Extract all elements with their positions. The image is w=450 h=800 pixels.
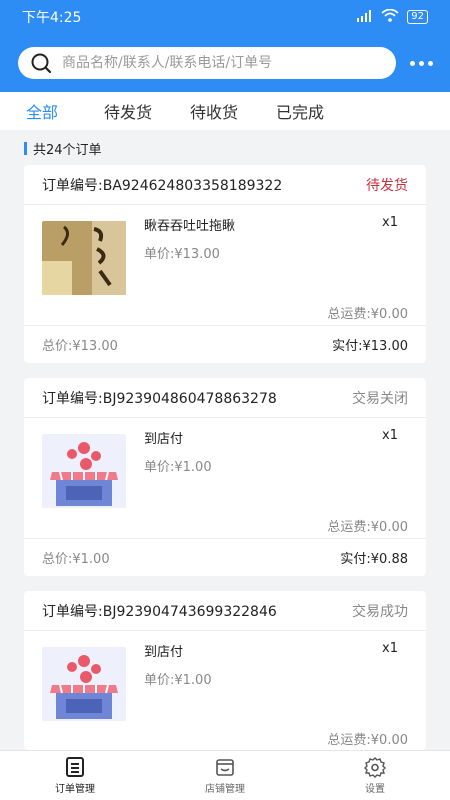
order-paid: 实付:¥13.00 bbox=[332, 339, 408, 354]
wifi-icon bbox=[381, 8, 399, 25]
battery-indicator: 92 bbox=[407, 10, 428, 24]
bottom-navigation: 订单管理 店铺管理 设置 bbox=[0, 750, 450, 800]
more-dot-icon bbox=[410, 60, 415, 66]
item-unit-price: 单价:¥1.00 bbox=[144, 460, 212, 475]
search-input[interactable] bbox=[62, 55, 362, 71]
tab-pending-receipt[interactable]: 待收货 bbox=[190, 99, 238, 123]
item-unit-price: 单价:¥1.00 bbox=[144, 673, 212, 688]
signal-icon bbox=[357, 9, 373, 25]
count-accent-bar bbox=[24, 141, 27, 155]
store-icon bbox=[42, 647, 126, 721]
store-icon bbox=[42, 434, 126, 508]
nav-order-management[interactable]: 订单管理 bbox=[0, 751, 150, 800]
status-bar: 下午4:25 92 bbox=[0, 0, 450, 34]
order-count: 共24个订单 bbox=[33, 142, 102, 158]
order-freight: 总运费:¥0.00 bbox=[327, 733, 408, 748]
more-dot-icon bbox=[419, 60, 424, 66]
order-status: 交易关闭 bbox=[352, 390, 408, 407]
order-paid: 实付:¥0.88 bbox=[340, 552, 408, 567]
item-quantity: x1 bbox=[382, 428, 398, 443]
order-card[interactable]: 订单编号:BJ923904860478863278 交易关闭 到店付 x1 单价… bbox=[24, 378, 426, 576]
order-header: 订单编号:BJ923904860478863278 交易关闭 bbox=[24, 378, 426, 418]
nav-label: 设置 bbox=[365, 784, 385, 795]
order-status: 待发货 bbox=[366, 177, 408, 194]
gear-icon bbox=[364, 757, 386, 778]
tab-pending-shipment[interactable]: 待发货 bbox=[104, 99, 152, 123]
store-manage-icon bbox=[216, 759, 234, 776]
status-time: 下午4:25 bbox=[22, 10, 82, 26]
tab-all[interactable]: 全部 bbox=[26, 99, 58, 123]
nav-label: 订单管理 bbox=[55, 784, 95, 795]
item-name: 到店付 bbox=[144, 645, 184, 660]
search-box[interactable] bbox=[18, 47, 396, 79]
order-header: 订单编号:BJ923904743699322846 交易成功 bbox=[24, 591, 426, 631]
search-header bbox=[0, 34, 450, 92]
order-footer: 总价:¥1.00 实付:¥0.88 bbox=[24, 538, 426, 576]
more-dot-icon bbox=[428, 60, 433, 66]
order-number: 订单编号:BJ923904860478863278 bbox=[42, 390, 277, 407]
order-card[interactable]: 订单编号:BJ923904743699322846 交易成功 到店付 x1 单价… bbox=[24, 591, 426, 750]
item-name: 瞅吞吞吐吐拖瞅 bbox=[144, 219, 236, 234]
nav-store-management[interactable]: 店铺管理 bbox=[150, 751, 300, 800]
more-options-button[interactable] bbox=[410, 60, 433, 66]
order-freight: 总运费:¥0.00 bbox=[327, 520, 408, 535]
order-tabs: 全部 待发货 待收货 已完成 bbox=[0, 92, 450, 130]
order-item[interactable]: 到店付 x1 单价:¥1.00 总运费:¥0.00 bbox=[24, 631, 426, 750]
order-item[interactable]: 到店付 x1 单价:¥1.00 总运费:¥0.00 bbox=[24, 418, 426, 538]
item-name: 到店付 bbox=[144, 432, 184, 447]
order-total: 总价:¥13.00 bbox=[42, 339, 118, 354]
order-footer: 总价:¥13.00 实付:¥13.00 bbox=[24, 325, 426, 363]
item-quantity: x1 bbox=[382, 215, 398, 230]
order-card[interactable]: 订单编号:BA924624803358189322 待发货 瞅吞吞吐吐拖瞅 x1… bbox=[24, 165, 426, 363]
order-count-row: 共24个订单 bbox=[24, 140, 102, 158]
nav-label: 店铺管理 bbox=[205, 784, 245, 795]
nav-settings[interactable]: 设置 bbox=[300, 751, 450, 800]
order-list-icon bbox=[66, 757, 84, 777]
search-icon bbox=[31, 53, 52, 74]
order-number: 订单编号:BA924624803358189322 bbox=[42, 177, 283, 194]
order-status: 交易成功 bbox=[352, 603, 408, 620]
tab-completed[interactable]: 已完成 bbox=[276, 99, 324, 123]
order-total: 总价:¥1.00 bbox=[42, 552, 110, 567]
status-indicators: 92 bbox=[357, 8, 428, 25]
item-quantity: x1 bbox=[382, 641, 398, 656]
order-freight: 总运费:¥0.00 bbox=[327, 307, 408, 322]
order-number: 订单编号:BJ923904743699322846 bbox=[42, 603, 277, 620]
product-photo bbox=[42, 221, 126, 295]
order-header: 订单编号:BA924624803358189322 待发货 bbox=[24, 165, 426, 205]
item-unit-price: 单价:¥13.00 bbox=[144, 247, 220, 262]
order-item[interactable]: 瞅吞吞吐吐拖瞅 x1 单价:¥13.00 总运费:¥0.00 bbox=[24, 205, 426, 325]
